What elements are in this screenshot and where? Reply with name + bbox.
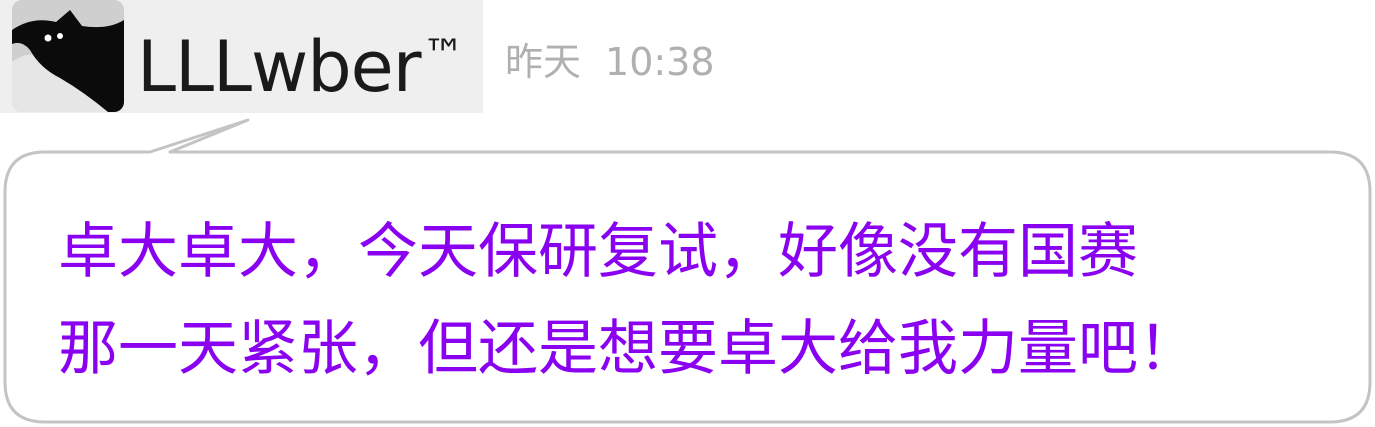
message-timestamp: 昨天 10:38 <box>505 38 715 86</box>
trademark-symbol: ™ <box>422 30 465 79</box>
sender-avatar[interactable] <box>12 0 124 112</box>
sender-name-text: LLLwber <box>137 26 422 108</box>
message-text: 卓大卓大，今天保研复试，好像没有国赛 那一天紧张，但还是想要卓大给我力量吧！ <box>58 204 1348 398</box>
timestamp-day: 昨天 <box>505 40 582 84</box>
message-line: 那一天紧张，但还是想要卓大给我力量吧！ <box>58 314 1198 384</box>
timestamp-clock: 10:38 <box>605 40 715 84</box>
message-line: 卓大卓大，今天保研复试，好像没有国赛 <box>58 217 1138 287</box>
sender-name[interactable]: LLLwber™ <box>137 10 465 112</box>
cat-avatar-icon <box>12 0 124 112</box>
